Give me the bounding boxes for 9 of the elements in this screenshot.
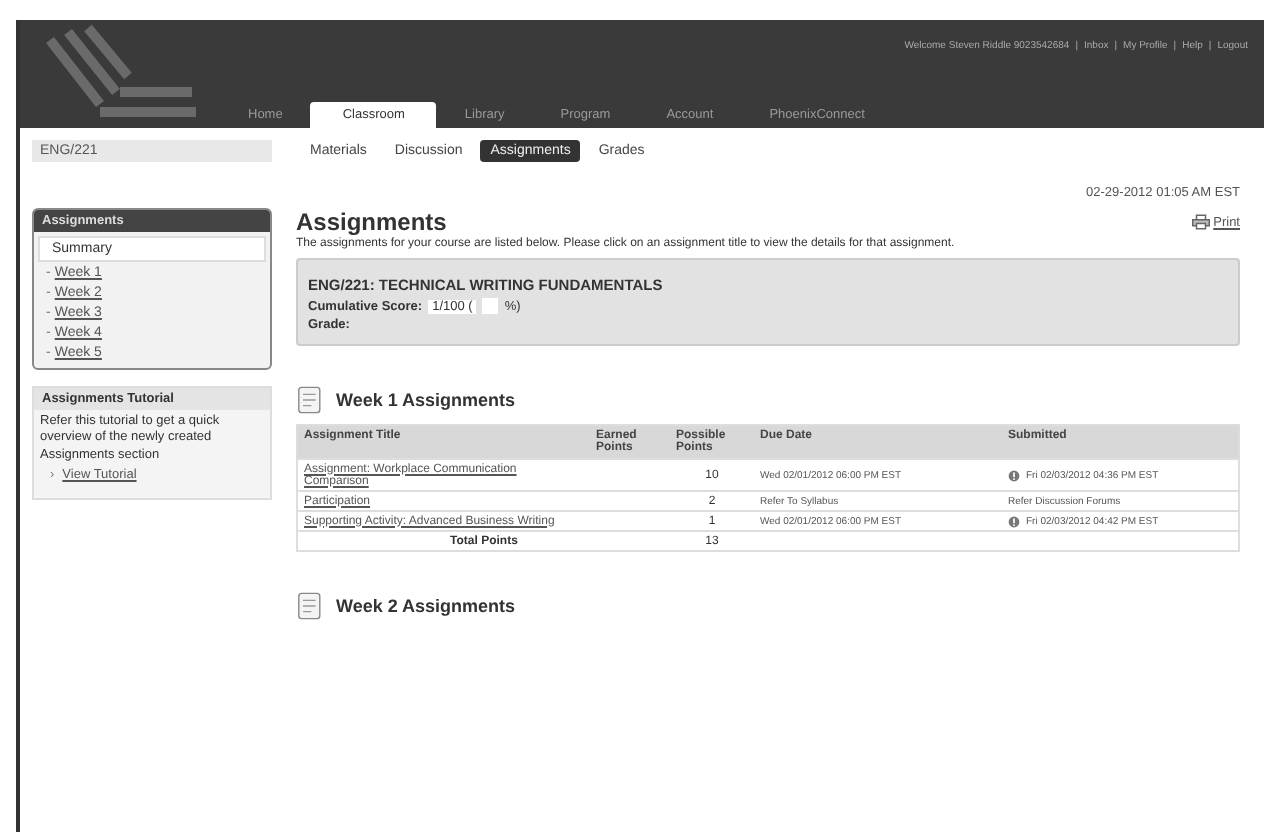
document-icon <box>296 592 324 620</box>
printer-icon <box>1191 214 1210 230</box>
info-icon <box>1008 515 1020 527</box>
info-icon <box>1008 469 1020 481</box>
document-icon <box>296 386 324 414</box>
week-title: Week 1 Assignments <box>336 390 516 410</box>
week-title: Week 2 Assignments <box>336 596 516 616</box>
percent-field <box>482 298 499 314</box>
page-title: Assignments <box>296 208 447 236</box>
